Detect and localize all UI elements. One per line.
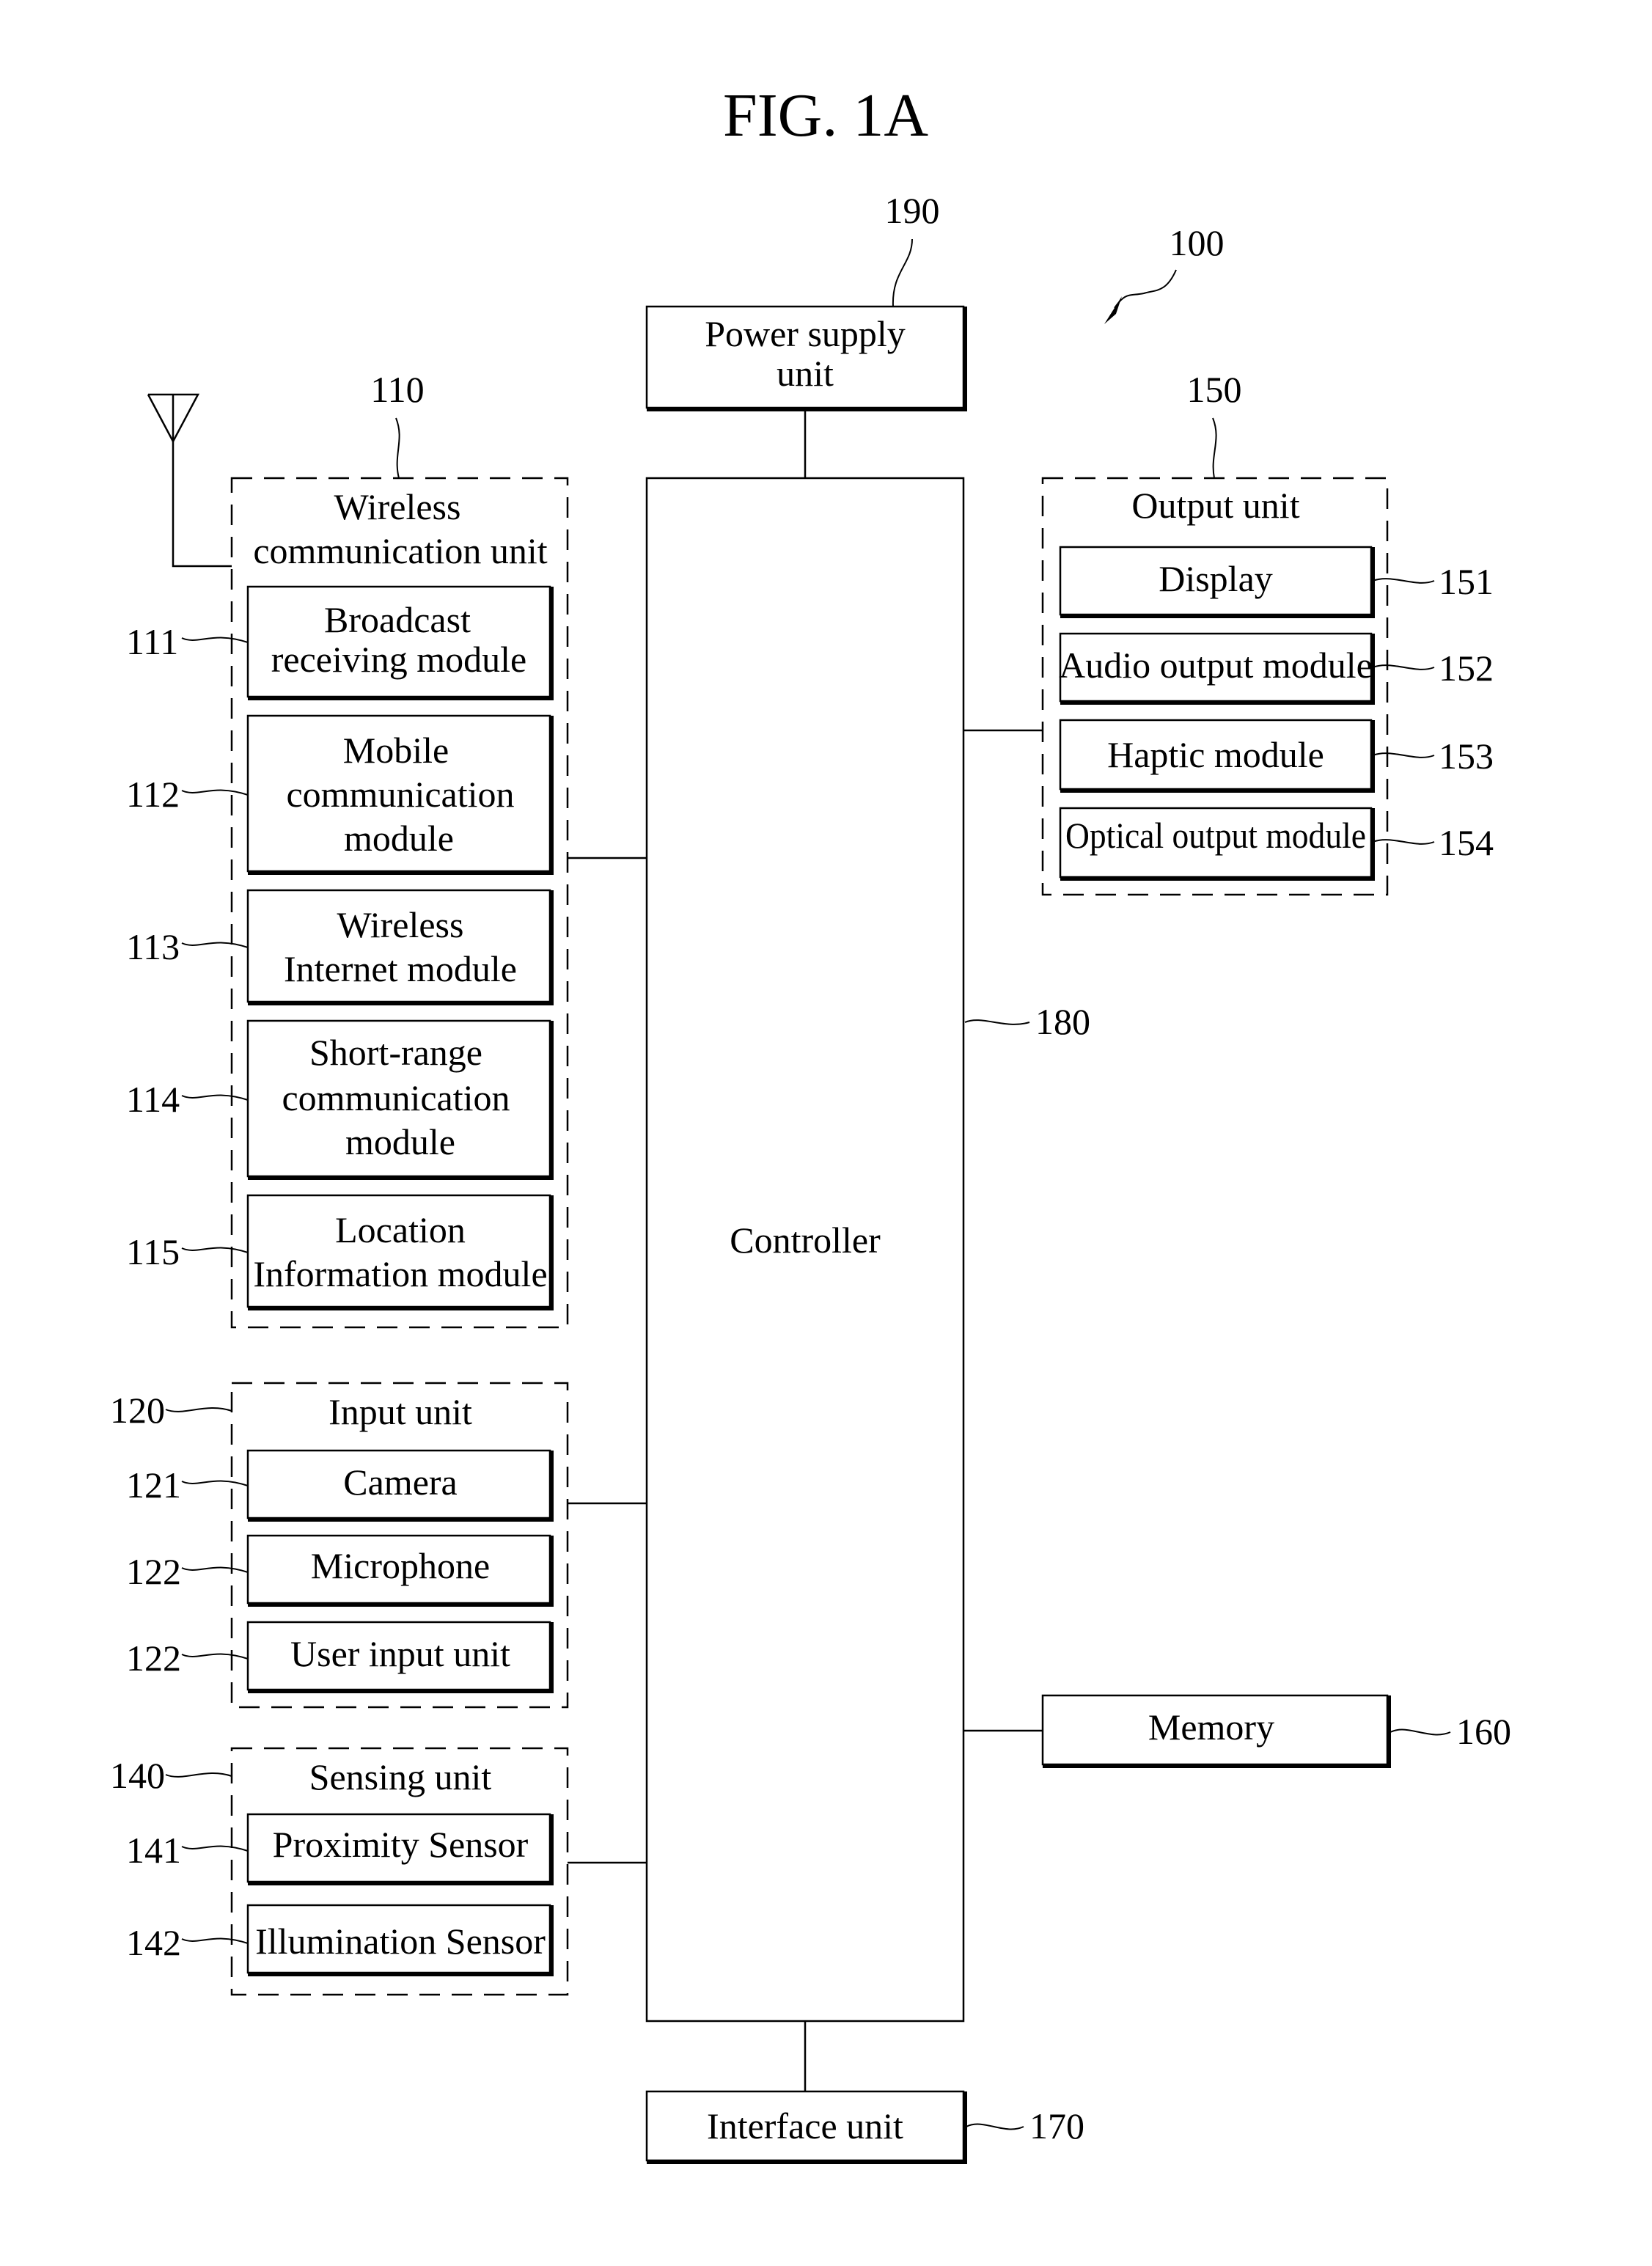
module-line: Internet module xyxy=(284,948,517,989)
wireless-module-leader xyxy=(181,1094,249,1101)
wireless-module-leader xyxy=(181,942,249,948)
input-module-ref: 121 xyxy=(126,1464,181,1506)
output-unit-leader xyxy=(1212,417,1217,479)
sensing-module-label: Proximity Sensor xyxy=(273,1824,529,1865)
output-module-label: Audio output module xyxy=(1059,645,1373,686)
module-line: Wireless xyxy=(337,904,464,945)
interface-unit-label: Interface unit xyxy=(707,2105,903,2146)
output-module-ref: 153 xyxy=(1439,736,1494,777)
input-module-label: User input unit xyxy=(290,1633,510,1674)
figure-title: FIG. 1A xyxy=(723,81,928,150)
sensing-unit-label: Sensing unit xyxy=(309,1756,492,1797)
memory-ref: 160 xyxy=(1456,1711,1511,1752)
wireless-module-broadcast: Broadcast receiving module xyxy=(246,585,554,700)
wireless-module-leader xyxy=(181,637,249,643)
input-module-user-input: User input unit xyxy=(246,1621,554,1693)
device-ref-label: 100 xyxy=(1170,222,1225,263)
controller-ref: 180 xyxy=(1035,1001,1090,1042)
output-module-ref: 152 xyxy=(1439,648,1494,689)
input-module-leader xyxy=(181,1653,249,1660)
power-supply-line-2: unit xyxy=(777,353,834,394)
module-line: receiving module xyxy=(271,639,527,680)
output-module-ref: 154 xyxy=(1439,822,1494,863)
input-module-camera: Camera xyxy=(246,1449,554,1522)
sensing-unit-ref: 140 xyxy=(110,1755,165,1796)
output-module-optical: Optical output module xyxy=(1059,807,1375,881)
input-module-leader xyxy=(181,1566,249,1573)
power-supply-box: Power supply unit xyxy=(645,305,967,411)
output-unit-ref: 150 xyxy=(1187,369,1242,410)
module-line: communication xyxy=(282,1077,510,1118)
output-module-leader xyxy=(1372,664,1435,670)
power-supply-leader xyxy=(892,238,913,307)
input-unit-label: Input unit xyxy=(328,1391,472,1432)
controller-leader xyxy=(964,1019,1030,1025)
module-line: Short-range xyxy=(309,1032,482,1073)
memory-leader xyxy=(1389,1728,1451,1736)
interface-ref: 170 xyxy=(1029,2105,1084,2146)
sensing-unit-leader xyxy=(165,1772,232,1778)
power-supply-ref: 190 xyxy=(885,190,940,231)
output-module-haptic: Haptic module xyxy=(1059,719,1375,793)
module-line: Location xyxy=(335,1209,466,1250)
input-module-label: Microphone xyxy=(311,1545,490,1586)
wireless-unit-ref: 110 xyxy=(370,369,424,410)
module-line: Mobile xyxy=(343,730,449,771)
sensing-module-ref: 142 xyxy=(126,1922,181,1963)
wireless-module-leader xyxy=(181,789,249,796)
wireless-module-leader xyxy=(181,1247,249,1253)
power-supply-line-1: Power supply xyxy=(705,313,906,354)
output-module-audio: Audio output module xyxy=(1059,632,1375,705)
wireless-unit-label-line-2: communication unit xyxy=(253,530,547,571)
memory-label: Memory xyxy=(1148,1706,1274,1748)
output-module-leader xyxy=(1372,752,1435,758)
wireless-unit-label-line-1: Wireless xyxy=(334,486,461,527)
block-diagram: FIG. 1A 100 190 Power supply unit Contro… xyxy=(110,81,1511,2164)
wireless-module-short-range: Short-range communication module xyxy=(246,1019,554,1180)
output-module-leader xyxy=(1372,578,1435,584)
module-line: module xyxy=(345,1121,455,1162)
wireless-module-ref: 112 xyxy=(126,774,180,815)
antenna-icon xyxy=(147,393,232,568)
sensing-module-leader xyxy=(181,1845,249,1852)
input-module-leader xyxy=(181,1480,249,1486)
wireless-module-mobile: Mobile communication module xyxy=(246,714,554,875)
module-line: Broadcast xyxy=(324,599,471,640)
output-module-label: Display xyxy=(1159,558,1273,599)
sensing-module-label: Illumination Sensor xyxy=(255,1921,546,1962)
module-line: Information module xyxy=(253,1253,547,1294)
output-module-label: Optical output module xyxy=(1065,815,1366,856)
wireless-module-location: Location Information module xyxy=(246,1194,554,1310)
input-module-ref: 122 xyxy=(126,1638,181,1679)
module-line: communication xyxy=(286,774,514,815)
wireless-module-ref: 111 xyxy=(126,621,178,662)
sensing-module-leader xyxy=(181,1937,249,1944)
output-unit-label: Output unit xyxy=(1131,485,1299,526)
wireless-module-ref: 114 xyxy=(126,1079,180,1120)
memory-box: Memory xyxy=(1041,1694,1391,1768)
wireless-module-internet: Wireless Internet module xyxy=(246,889,554,1005)
controller-box: Controller xyxy=(645,477,965,2023)
device-ref-arrowhead xyxy=(1104,296,1122,324)
sensing-module-ref: 141 xyxy=(126,1830,181,1871)
device-ref-leader xyxy=(1114,269,1177,309)
interface-leader xyxy=(966,2123,1024,2130)
input-unit-ref: 120 xyxy=(110,1390,165,1431)
module-line: module xyxy=(344,818,454,859)
wireless-module-ref: 113 xyxy=(126,926,180,967)
interface-unit-box: Interface unit xyxy=(645,2090,967,2164)
wireless-module-ref: 115 xyxy=(126,1231,180,1272)
sensing-module-illumination: Illumination Sensor xyxy=(246,1904,554,1976)
output-module-display: Display xyxy=(1059,546,1375,618)
output-module-label: Haptic module xyxy=(1107,734,1324,775)
controller-label: Controller xyxy=(730,1220,881,1261)
input-module-microphone: Microphone xyxy=(246,1534,554,1607)
input-module-label: Camera xyxy=(343,1462,457,1503)
sensing-module-proximity: Proximity Sensor xyxy=(246,1813,554,1885)
input-unit-leader xyxy=(165,1407,232,1412)
output-module-ref: 151 xyxy=(1439,561,1494,602)
wireless-unit-leader xyxy=(395,417,400,479)
output-module-leader xyxy=(1372,839,1435,845)
input-module-ref: 122 xyxy=(126,1551,181,1592)
